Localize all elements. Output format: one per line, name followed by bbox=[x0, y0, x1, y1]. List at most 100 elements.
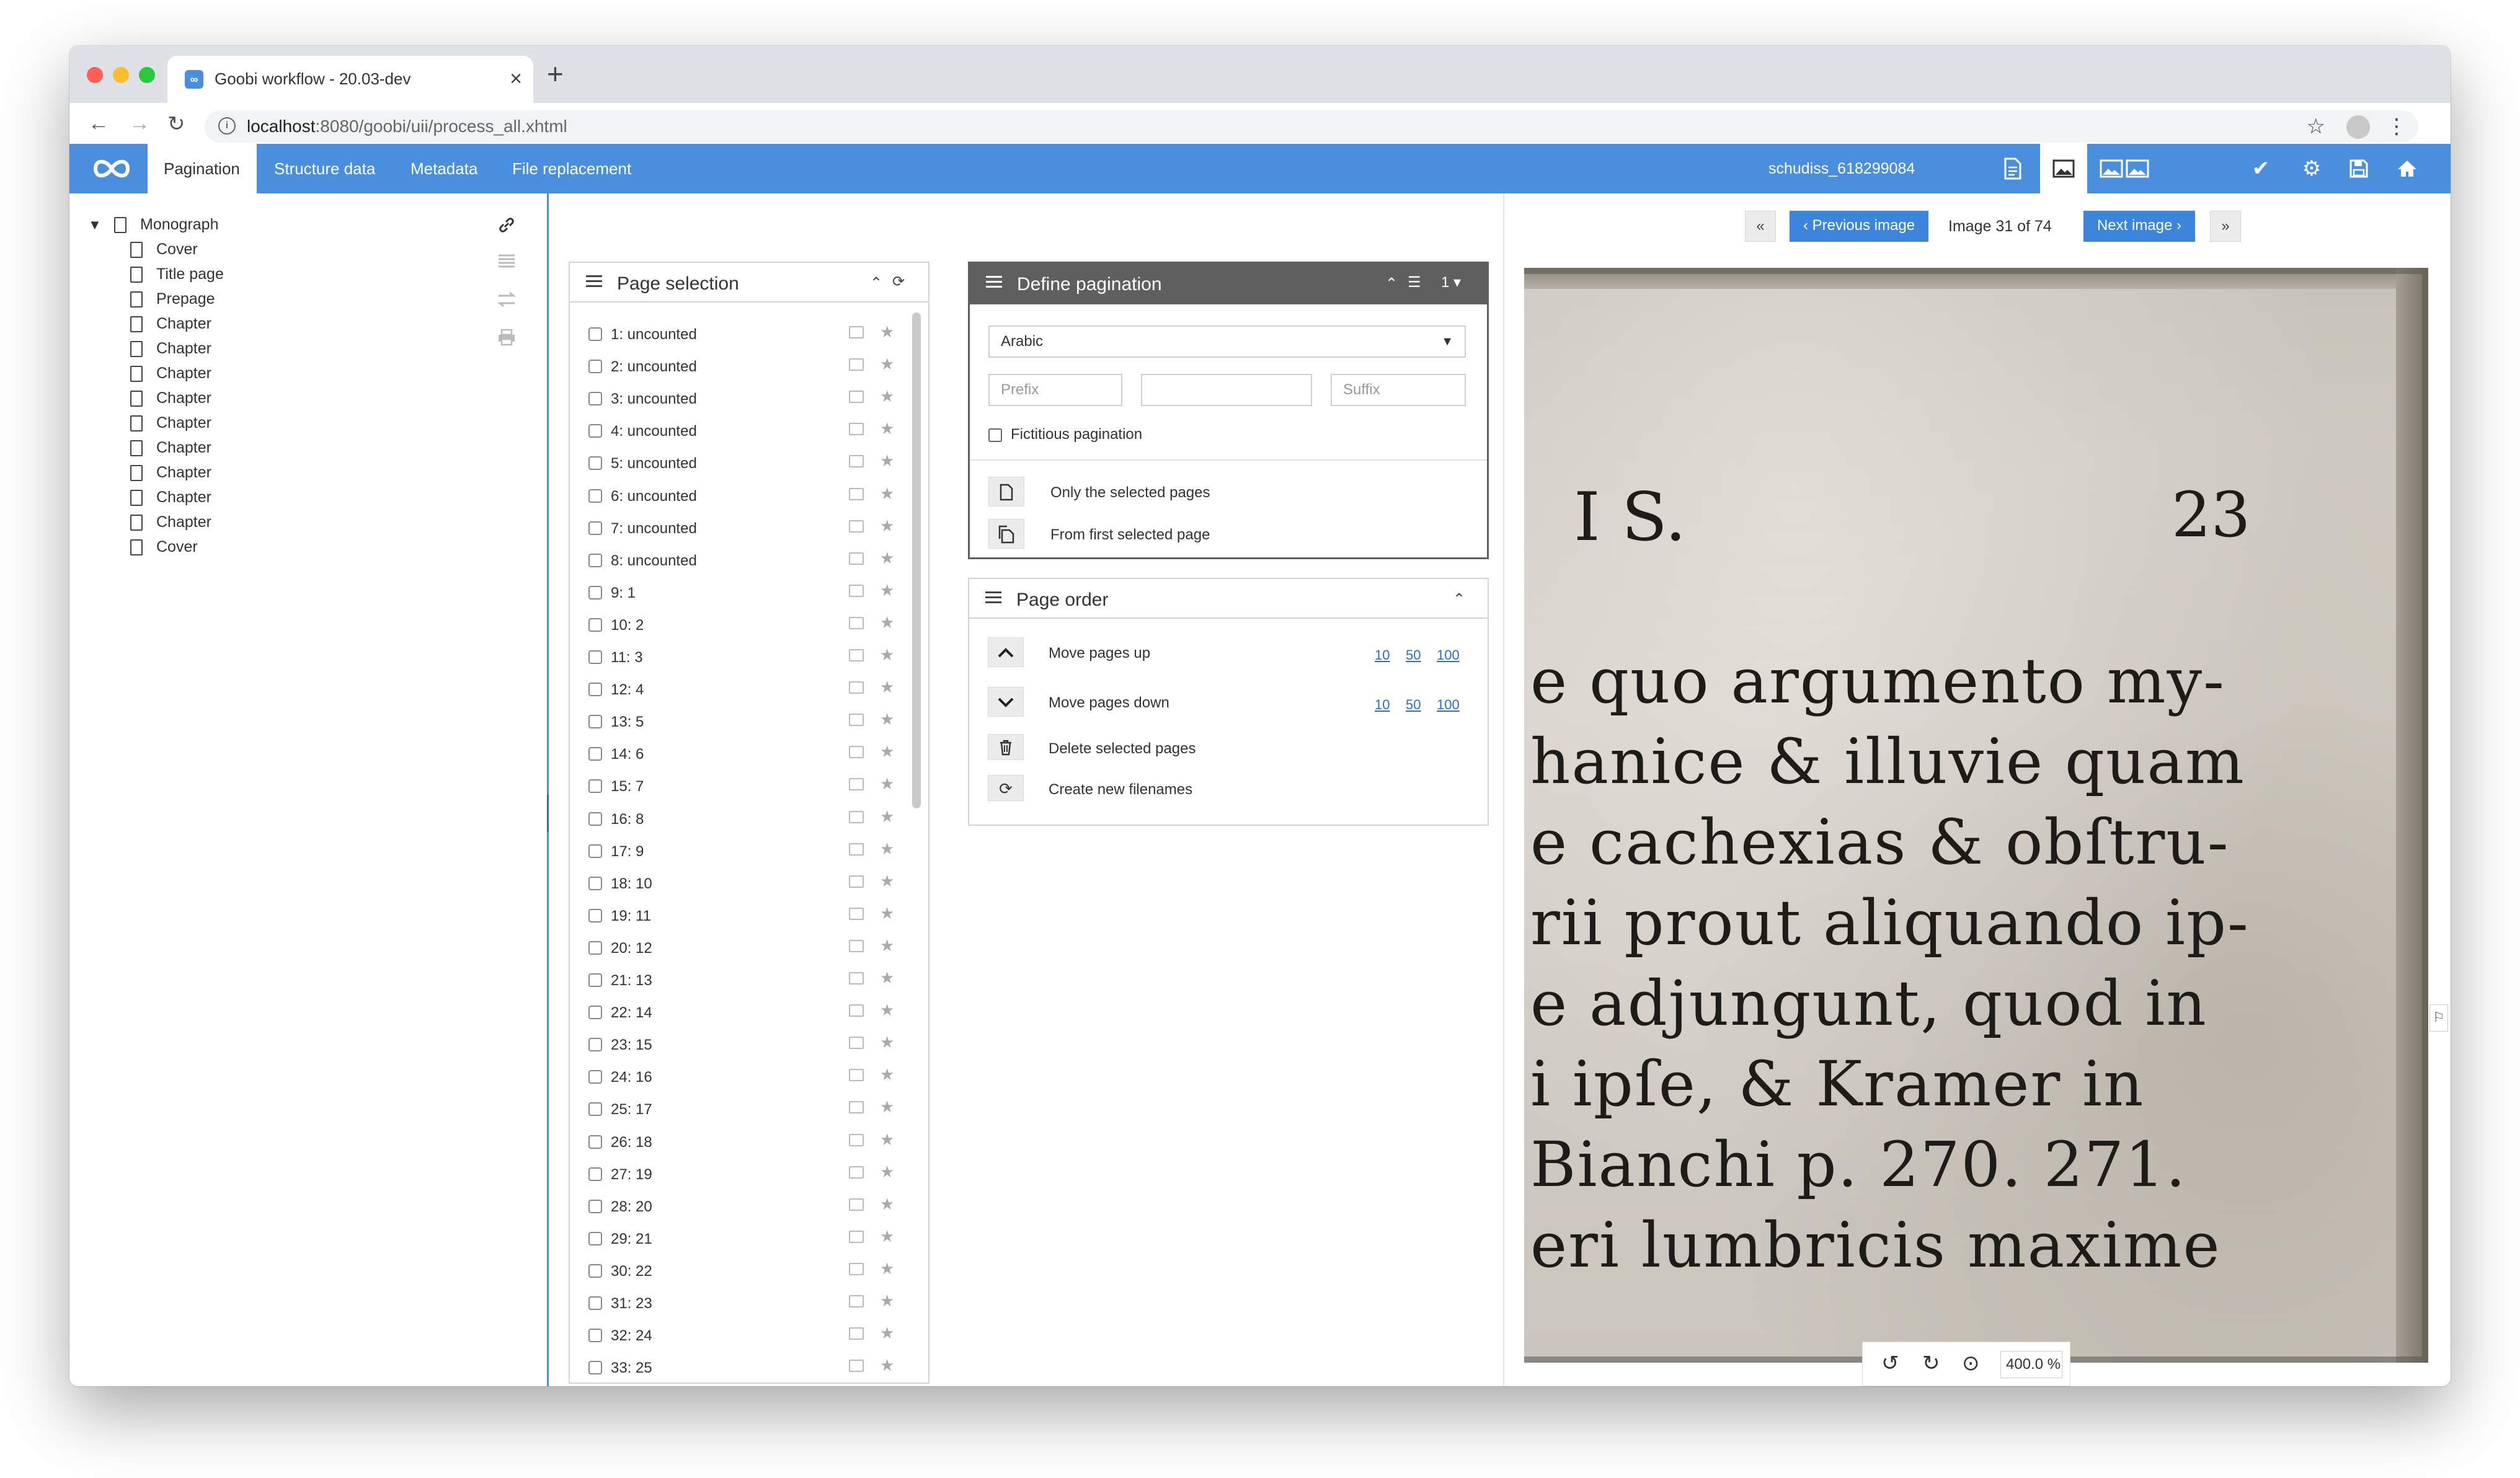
page-row[interactable]: 25: 17 ★ bbox=[588, 1097, 898, 1125]
page-checkbox[interactable] bbox=[588, 585, 602, 600]
page-checkbox[interactable] bbox=[588, 1167, 602, 1181]
image-icon[interactable] bbox=[849, 972, 864, 985]
page-row[interactable]: 1: uncounted ★ bbox=[588, 322, 898, 350]
image-icon[interactable] bbox=[849, 939, 864, 952]
image-icon[interactable] bbox=[849, 1069, 864, 1082]
page-checkbox[interactable] bbox=[588, 747, 602, 761]
page-row[interactable]: 29: 21 ★ bbox=[588, 1227, 898, 1254]
star-icon[interactable]: ★ bbox=[880, 1033, 894, 1052]
star-icon[interactable]: ★ bbox=[880, 1259, 894, 1278]
page-checkbox[interactable] bbox=[588, 327, 602, 341]
page-row[interactable]: 5: uncounted ★ bbox=[588, 451, 898, 479]
start-value-input[interactable] bbox=[1141, 374, 1312, 406]
tree-node-chapter[interactable]: Chapter bbox=[130, 315, 211, 333]
star-icon[interactable]: ★ bbox=[880, 710, 894, 729]
chevron-up-icon[interactable] bbox=[988, 637, 1024, 667]
star-icon[interactable]: ★ bbox=[880, 1195, 894, 1214]
collapse-chevron-icon[interactable]: ⌃ bbox=[1453, 590, 1465, 608]
image-icon[interactable] bbox=[849, 616, 864, 629]
image-icon[interactable] bbox=[849, 1198, 864, 1211]
goobi-logo-icon[interactable] bbox=[88, 153, 135, 185]
tab-pagination[interactable]: Pagination bbox=[148, 144, 257, 193]
chevron-down-icon[interactable] bbox=[988, 687, 1024, 717]
refresh-icon[interactable]: ⟳ bbox=[892, 273, 905, 291]
maximize-window-button[interactable] bbox=[139, 67, 155, 83]
page-selection-scrollbar[interactable] bbox=[912, 312, 921, 808]
page-row[interactable]: 28: 20 ★ bbox=[588, 1195, 898, 1222]
image-icon[interactable] bbox=[849, 1166, 864, 1179]
image-icon[interactable] bbox=[849, 584, 864, 597]
image-icon[interactable] bbox=[849, 1101, 864, 1114]
tree-node-prepage[interactable]: Prepage bbox=[130, 290, 215, 308]
save-icon[interactable] bbox=[2335, 144, 2382, 193]
star-icon[interactable]: ★ bbox=[880, 1162, 894, 1182]
star-icon[interactable]: ★ bbox=[880, 322, 894, 342]
collapse-chevron-icon[interactable]: ⌃ bbox=[870, 274, 882, 292]
image-icon[interactable] bbox=[849, 326, 864, 339]
profile-avatar[interactable] bbox=[2346, 115, 2370, 139]
multiple-pages-icon[interactable] bbox=[988, 519, 1024, 549]
collapse-chevron-icon[interactable]: ⌃ bbox=[1385, 275, 1398, 293]
page-checkbox[interactable] bbox=[588, 876, 602, 890]
star-icon[interactable]: ★ bbox=[880, 645, 894, 665]
page-row[interactable]: 9: 1 ★ bbox=[588, 581, 898, 608]
image-icon[interactable] bbox=[849, 875, 864, 888]
page-row[interactable]: 23: 15 ★ bbox=[588, 1033, 898, 1060]
tab-metadata[interactable]: Metadata bbox=[410, 144, 477, 193]
page-checkbox[interactable] bbox=[588, 908, 602, 923]
document-view-icon[interactable] bbox=[1989, 144, 2036, 193]
page-row[interactable]: 4: uncounted ★ bbox=[588, 419, 898, 446]
page-row[interactable]: 19: 11 ★ bbox=[588, 904, 898, 931]
page-checkbox[interactable] bbox=[588, 683, 602, 697]
star-icon[interactable]: ★ bbox=[880, 484, 894, 503]
minimize-window-button[interactable] bbox=[113, 67, 129, 83]
tree-node-cover[interactable]: Cover bbox=[130, 538, 198, 556]
image-icon[interactable] bbox=[849, 1262, 864, 1275]
image-icon[interactable] bbox=[849, 843, 864, 856]
reload-icon[interactable]: ↻ bbox=[167, 112, 185, 136]
double-image-view-icon[interactable] bbox=[2093, 144, 2155, 193]
page-row[interactable]: 6: uncounted ★ bbox=[588, 484, 898, 511]
image-icon[interactable] bbox=[849, 520, 864, 533]
star-icon[interactable]: ★ bbox=[880, 451, 894, 471]
tab-file-replacement[interactable]: File replacement bbox=[512, 144, 631, 193]
image-icon[interactable] bbox=[849, 1037, 864, 1050]
image-icon[interactable] bbox=[849, 746, 864, 759]
move-up-100-link[interactable]: 100 bbox=[1437, 647, 1460, 663]
page-checkbox[interactable] bbox=[588, 1263, 602, 1278]
reset-zoom-icon[interactable]: ⊙ bbox=[1962, 1351, 1980, 1376]
trash-icon[interactable] bbox=[988, 734, 1024, 760]
prefix-input[interactable]: Prefix bbox=[988, 374, 1122, 406]
suffix-input[interactable]: Suffix bbox=[1331, 374, 1466, 406]
bookmark-flag-icon[interactable]: ⚐ bbox=[2429, 1004, 2448, 1032]
last-image-button[interactable]: » bbox=[2210, 211, 2241, 242]
image-icon[interactable] bbox=[849, 681, 864, 694]
star-icon[interactable]: ★ bbox=[880, 1065, 894, 1084]
star-icon[interactable]: ★ bbox=[880, 968, 894, 988]
page-row[interactable]: 3: uncounted ★ bbox=[588, 387, 898, 414]
tree-node-monograph[interactable]: Monograph bbox=[114, 216, 218, 234]
image-icon[interactable] bbox=[849, 1327, 864, 1340]
site-info-icon[interactable]: i bbox=[218, 117, 236, 135]
page-checkbox[interactable] bbox=[588, 940, 602, 955]
page-row[interactable]: 24: 16 ★ bbox=[588, 1065, 898, 1092]
page-checkbox[interactable] bbox=[588, 1329, 602, 1343]
tree-node-cover[interactable]: Cover bbox=[130, 241, 198, 259]
move-down-100-link[interactable]: 100 bbox=[1437, 697, 1460, 713]
tree-node-chapter[interactable]: Chapter bbox=[130, 340, 211, 358]
page-row[interactable]: 17: 9 ★ bbox=[588, 839, 898, 867]
pagination-count-dropdown[interactable]: 1 ▾ bbox=[1441, 273, 1461, 291]
page-checkbox[interactable] bbox=[588, 812, 602, 826]
back-arrow-icon[interactable]: ← bbox=[88, 112, 109, 136]
page-checkbox[interactable] bbox=[588, 360, 602, 374]
fictitious-checkbox[interactable] bbox=[988, 428, 1002, 442]
image-icon[interactable] bbox=[849, 907, 864, 920]
home-icon[interactable] bbox=[2384, 144, 2431, 193]
image-icon[interactable] bbox=[849, 487, 864, 500]
page-checkbox[interactable] bbox=[588, 844, 602, 858]
star-icon[interactable]: ★ bbox=[880, 1356, 894, 1375]
page-row[interactable]: 26: 18 ★ bbox=[588, 1130, 898, 1157]
next-image-button[interactable]: Next image › bbox=[2083, 211, 2195, 242]
star-icon[interactable]: ★ bbox=[880, 419, 894, 438]
star-icon[interactable]: ★ bbox=[880, 678, 894, 697]
